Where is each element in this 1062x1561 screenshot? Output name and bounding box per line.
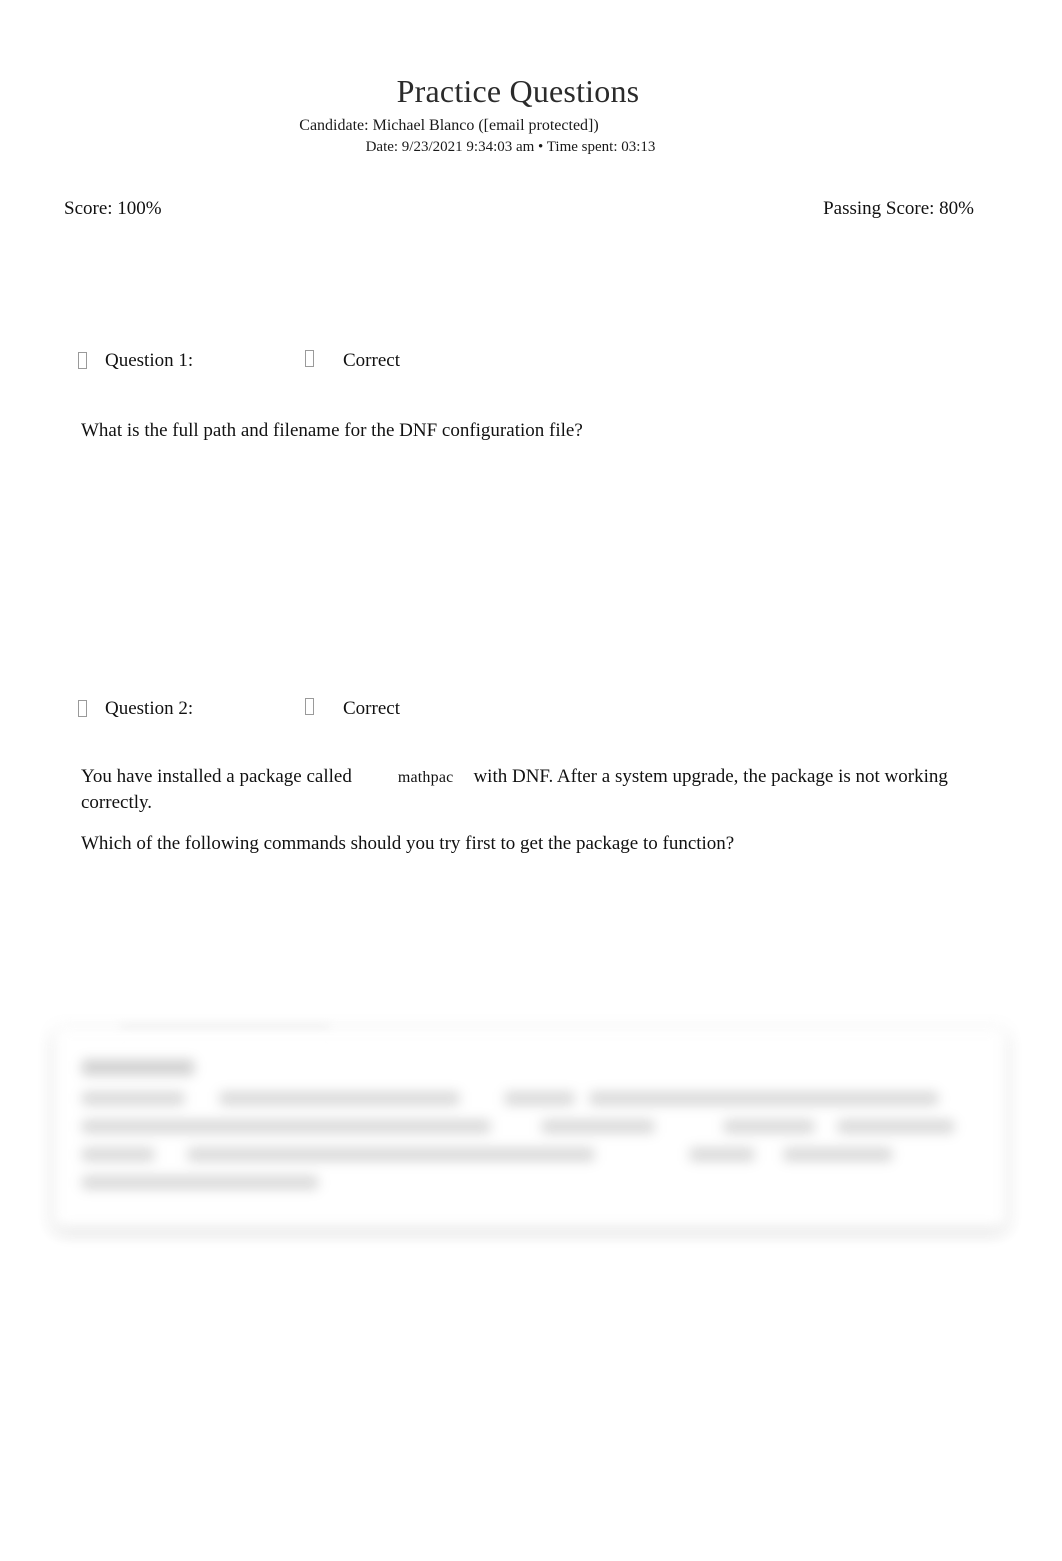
question-1-header: Question 1: Correct <box>0 350 1062 382</box>
score-summary-row: Score: 100% Passing Score: 80% <box>64 198 974 220</box>
question-2-text-before-code: You have installed a package called <box>81 766 352 787</box>
question-1-label: Question 1: <box>105 350 194 371</box>
score-value: Score: 100% <box>64 198 162 219</box>
question-block-2: Question 2: Correct You have installed a… <box>0 698 1062 854</box>
obscured-heading-line <box>82 1060 194 1075</box>
obscured-word-gap <box>459 1090 505 1107</box>
question-marker-icon <box>78 700 87 717</box>
obscured-word-gap <box>154 1146 188 1163</box>
obscured-word-gap <box>574 1090 590 1107</box>
question-2-status-badge: Correct <box>343 698 400 719</box>
page-title: Practice Questions <box>396 73 640 109</box>
date-and-time-line: Date: 9/23/2021 9:34:03 am • Time spent:… <box>365 139 656 155</box>
question-1-status-badge: Correct <box>343 350 400 371</box>
question-1-text: What is the full path and filename for t… <box>81 420 583 441</box>
obscured-word-gap <box>814 1118 838 1135</box>
obscured-word-gap <box>754 1146 784 1163</box>
obscured-explanation-panel <box>54 1028 1006 1228</box>
question-2-text-paragraph: You have installed a package called mathp… <box>81 764 961 816</box>
obscured-text-line <box>82 1176 318 1189</box>
status-marker-icon <box>305 350 314 367</box>
question-2-label: Question 2: <box>105 698 194 719</box>
document-page: Practice Questions Candidate: Michael Bl… <box>0 0 1062 1561</box>
passing-score-value: Passing Score: 80% <box>823 198 974 219</box>
obscured-word-gap <box>184 1090 220 1107</box>
obscured-word-gap <box>654 1118 724 1135</box>
question-2-header: Question 2: Correct <box>0 698 1062 730</box>
obscured-panel-content <box>54 1028 1006 1228</box>
package-name-code: mathpac <box>397 769 454 786</box>
obscured-word-gap <box>594 1146 690 1163</box>
question-2-body: You have installed a package called mathp… <box>81 764 961 858</box>
question-marker-icon <box>78 352 87 369</box>
obscured-word-gap <box>490 1118 542 1135</box>
candidate-line: Candidate: Michael Blanco ([email protec… <box>299 117 599 134</box>
status-marker-icon <box>305 698 314 715</box>
question-1-body: What is the full path and filename for t… <box>81 418 961 444</box>
question-block-1: Question 1: Correct What is the full pat… <box>0 350 1062 441</box>
question-2-second-paragraph: Which of the following commands should y… <box>81 833 735 855</box>
